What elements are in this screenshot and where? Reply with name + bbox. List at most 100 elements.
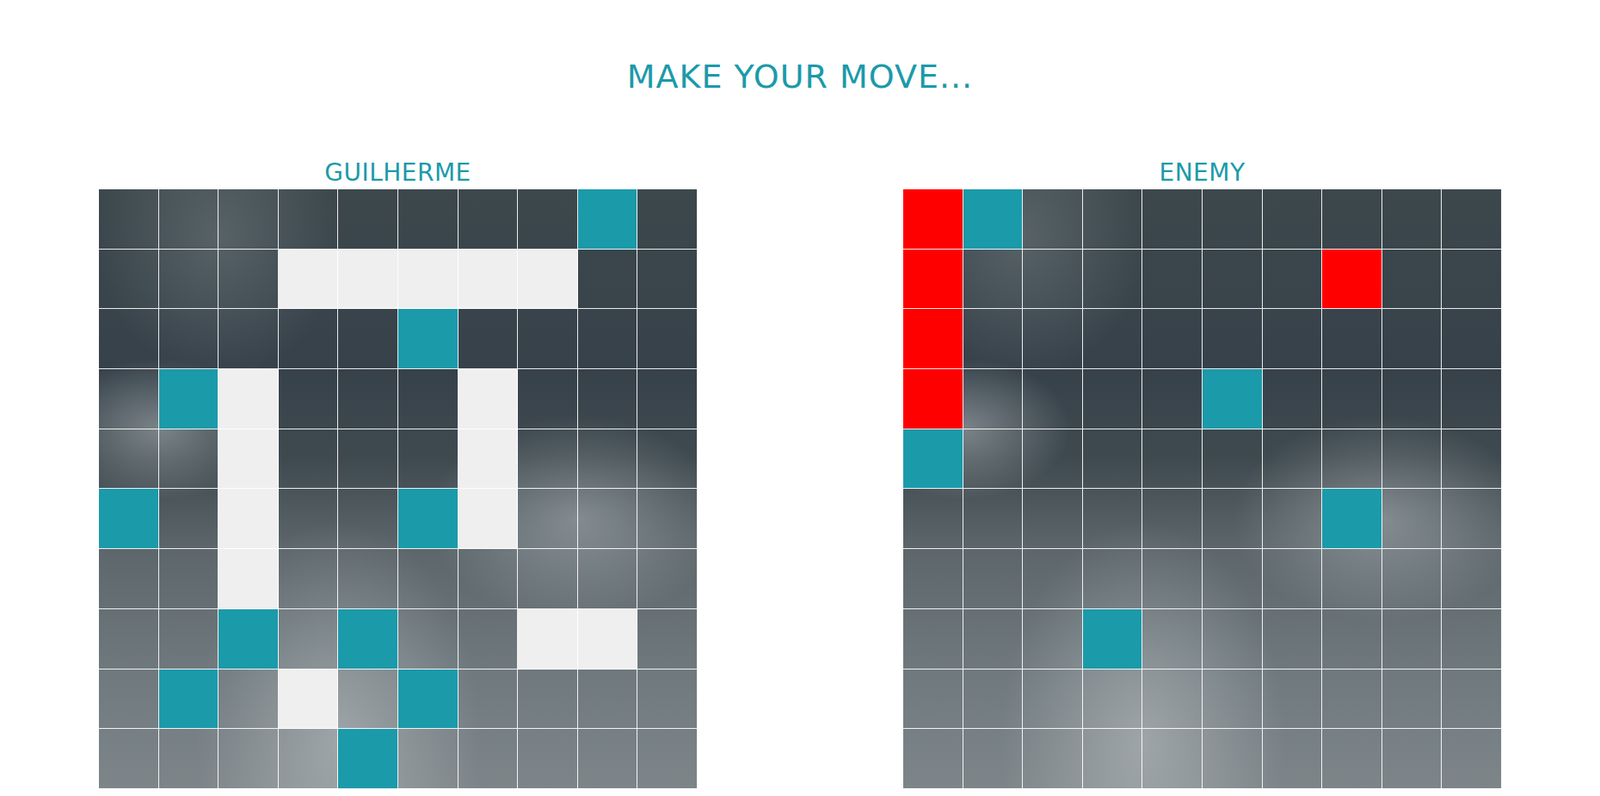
grid-cell[interactable]: [1022, 609, 1084, 670]
grid-cell[interactable]: [1262, 488, 1324, 549]
grid-cell[interactable]: [1382, 189, 1443, 250]
grid-cell[interactable]: [1022, 189, 1084, 250]
grid-cell[interactable]: [1382, 249, 1443, 310]
grid-cell[interactable]: [1382, 548, 1443, 610]
grid-cell[interactable]: [903, 369, 964, 430]
grid-cell[interactable]: [1202, 548, 1263, 610]
grid-cell[interactable]: [1262, 669, 1324, 730]
grid-cell[interactable]: [1322, 548, 1383, 610]
grid-cell[interactable]: [1262, 369, 1324, 430]
grid-cell[interactable]: [1322, 488, 1383, 549]
grid-cell[interactable]: [903, 728, 964, 789]
grid-cell[interactable]: [1142, 728, 1203, 789]
grid-cell[interactable]: [1142, 669, 1203, 730]
grid-cell[interactable]: [1262, 189, 1324, 250]
grid-cell[interactable]: [903, 488, 964, 549]
grid-cell[interactable]: [903, 249, 964, 310]
grid-cell[interactable]: [1382, 669, 1443, 730]
grid-cell[interactable]: [1142, 609, 1203, 670]
grid-cell[interactable]: [1022, 249, 1084, 310]
grid-cell[interactable]: [1441, 728, 1502, 789]
grid-cell[interactable]: [1022, 669, 1084, 730]
grid-cell[interactable]: [1202, 369, 1263, 430]
grid-cell[interactable]: [1022, 429, 1084, 490]
grid-cell[interactable]: [903, 308, 964, 370]
grid-cell[interactable]: [1083, 728, 1144, 789]
grid-cell[interactable]: [963, 488, 1024, 549]
grid-cell[interactable]: [1322, 609, 1383, 670]
grid-cell[interactable]: [1202, 728, 1263, 789]
grid-cell[interactable]: [963, 429, 1024, 490]
grid-cell[interactable]: [1083, 488, 1144, 549]
grid-cell[interactable]: [1382, 609, 1443, 670]
grid-cell[interactable]: [1382, 488, 1443, 549]
grid-cell[interactable]: [1083, 249, 1144, 310]
grid-cell[interactable]: [903, 189, 964, 250]
grid-cell[interactable]: [1322, 308, 1383, 370]
grid-cell[interactable]: [963, 728, 1024, 789]
grid-cell[interactable]: [1382, 728, 1443, 789]
grid-cell[interactable]: [1441, 308, 1502, 370]
grid-cell[interactable]: [1142, 548, 1203, 610]
grid-cell[interactable]: [1262, 609, 1324, 670]
grid-cell[interactable]: [1322, 189, 1383, 250]
grid-cell[interactable]: [1262, 728, 1324, 789]
grid-cell[interactable]: [1441, 548, 1502, 610]
grid-cell[interactable]: [1142, 308, 1203, 370]
grid-cell[interactable]: [1142, 249, 1203, 310]
grid-cell[interactable]: [1142, 488, 1203, 549]
grid-cell[interactable]: [963, 548, 1024, 610]
grid-cell[interactable]: [1262, 249, 1324, 310]
grid-cell[interactable]: [1142, 429, 1203, 490]
grid-cell[interactable]: [1322, 249, 1383, 310]
grid-cell[interactable]: [963, 308, 1024, 370]
grid-cell[interactable]: [1382, 369, 1443, 430]
grid-cell[interactable]: [1322, 429, 1383, 490]
grid-cell[interactable]: [1142, 189, 1203, 250]
grid-cell[interactable]: [1202, 249, 1263, 310]
grid-cell[interactable]: [1441, 609, 1502, 670]
grid-cell[interactable]: [1083, 369, 1144, 430]
grid-cell[interactable]: [903, 429, 964, 490]
grid-cell[interactable]: [1022, 728, 1084, 789]
grid-cell[interactable]: [1022, 308, 1084, 370]
grid-cell[interactable]: [1202, 669, 1263, 730]
grid-cell[interactable]: [1262, 548, 1324, 610]
grid-cell[interactable]: [963, 189, 1024, 250]
grid-cell[interactable]: [1202, 488, 1263, 549]
grid-cell[interactable]: [1441, 249, 1502, 310]
grid-cell[interactable]: [1322, 669, 1383, 730]
grid-cell[interactable]: [903, 669, 964, 730]
grid-cell[interactable]: [1382, 308, 1443, 370]
grid-cell[interactable]: [963, 369, 1024, 430]
grid-cell[interactable]: [1083, 609, 1144, 670]
grid-cell[interactable]: [903, 548, 964, 610]
grid-cell[interactable]: [1022, 548, 1084, 610]
grid-cell[interactable]: [1441, 369, 1502, 430]
grid-cell[interactable]: [1022, 488, 1084, 549]
grid-cell[interactable]: [1322, 369, 1383, 430]
grid-cell[interactable]: [1083, 308, 1144, 370]
grid-cell[interactable]: [1441, 488, 1502, 549]
grid-cell[interactable]: [1262, 429, 1324, 490]
grid-cell[interactable]: [1441, 669, 1502, 730]
grid-cell[interactable]: [1083, 548, 1144, 610]
grid-cell[interactable]: [1202, 308, 1263, 370]
grid-cell[interactable]: [1142, 369, 1203, 430]
grid-cell[interactable]: [1262, 308, 1324, 370]
grid-cell[interactable]: [1202, 609, 1263, 670]
grid-cell[interactable]: [1322, 728, 1383, 789]
grid-cell[interactable]: [963, 609, 1024, 670]
grid-cell[interactable]: [1083, 429, 1144, 490]
grid-cell[interactable]: [1083, 189, 1144, 250]
grid-cell[interactable]: [903, 609, 964, 670]
grid-cell[interactable]: [1022, 369, 1084, 430]
grid-cell[interactable]: [1202, 429, 1263, 490]
grid-cell[interactable]: [1083, 669, 1144, 730]
grid-cell[interactable]: [1202, 189, 1263, 250]
grid-cell[interactable]: [1382, 429, 1443, 490]
grid-cell[interactable]: [1441, 189, 1502, 250]
grid-cell[interactable]: [1441, 429, 1502, 490]
grid-cell[interactable]: [963, 669, 1024, 730]
grid-cell[interactable]: [963, 249, 1024, 310]
